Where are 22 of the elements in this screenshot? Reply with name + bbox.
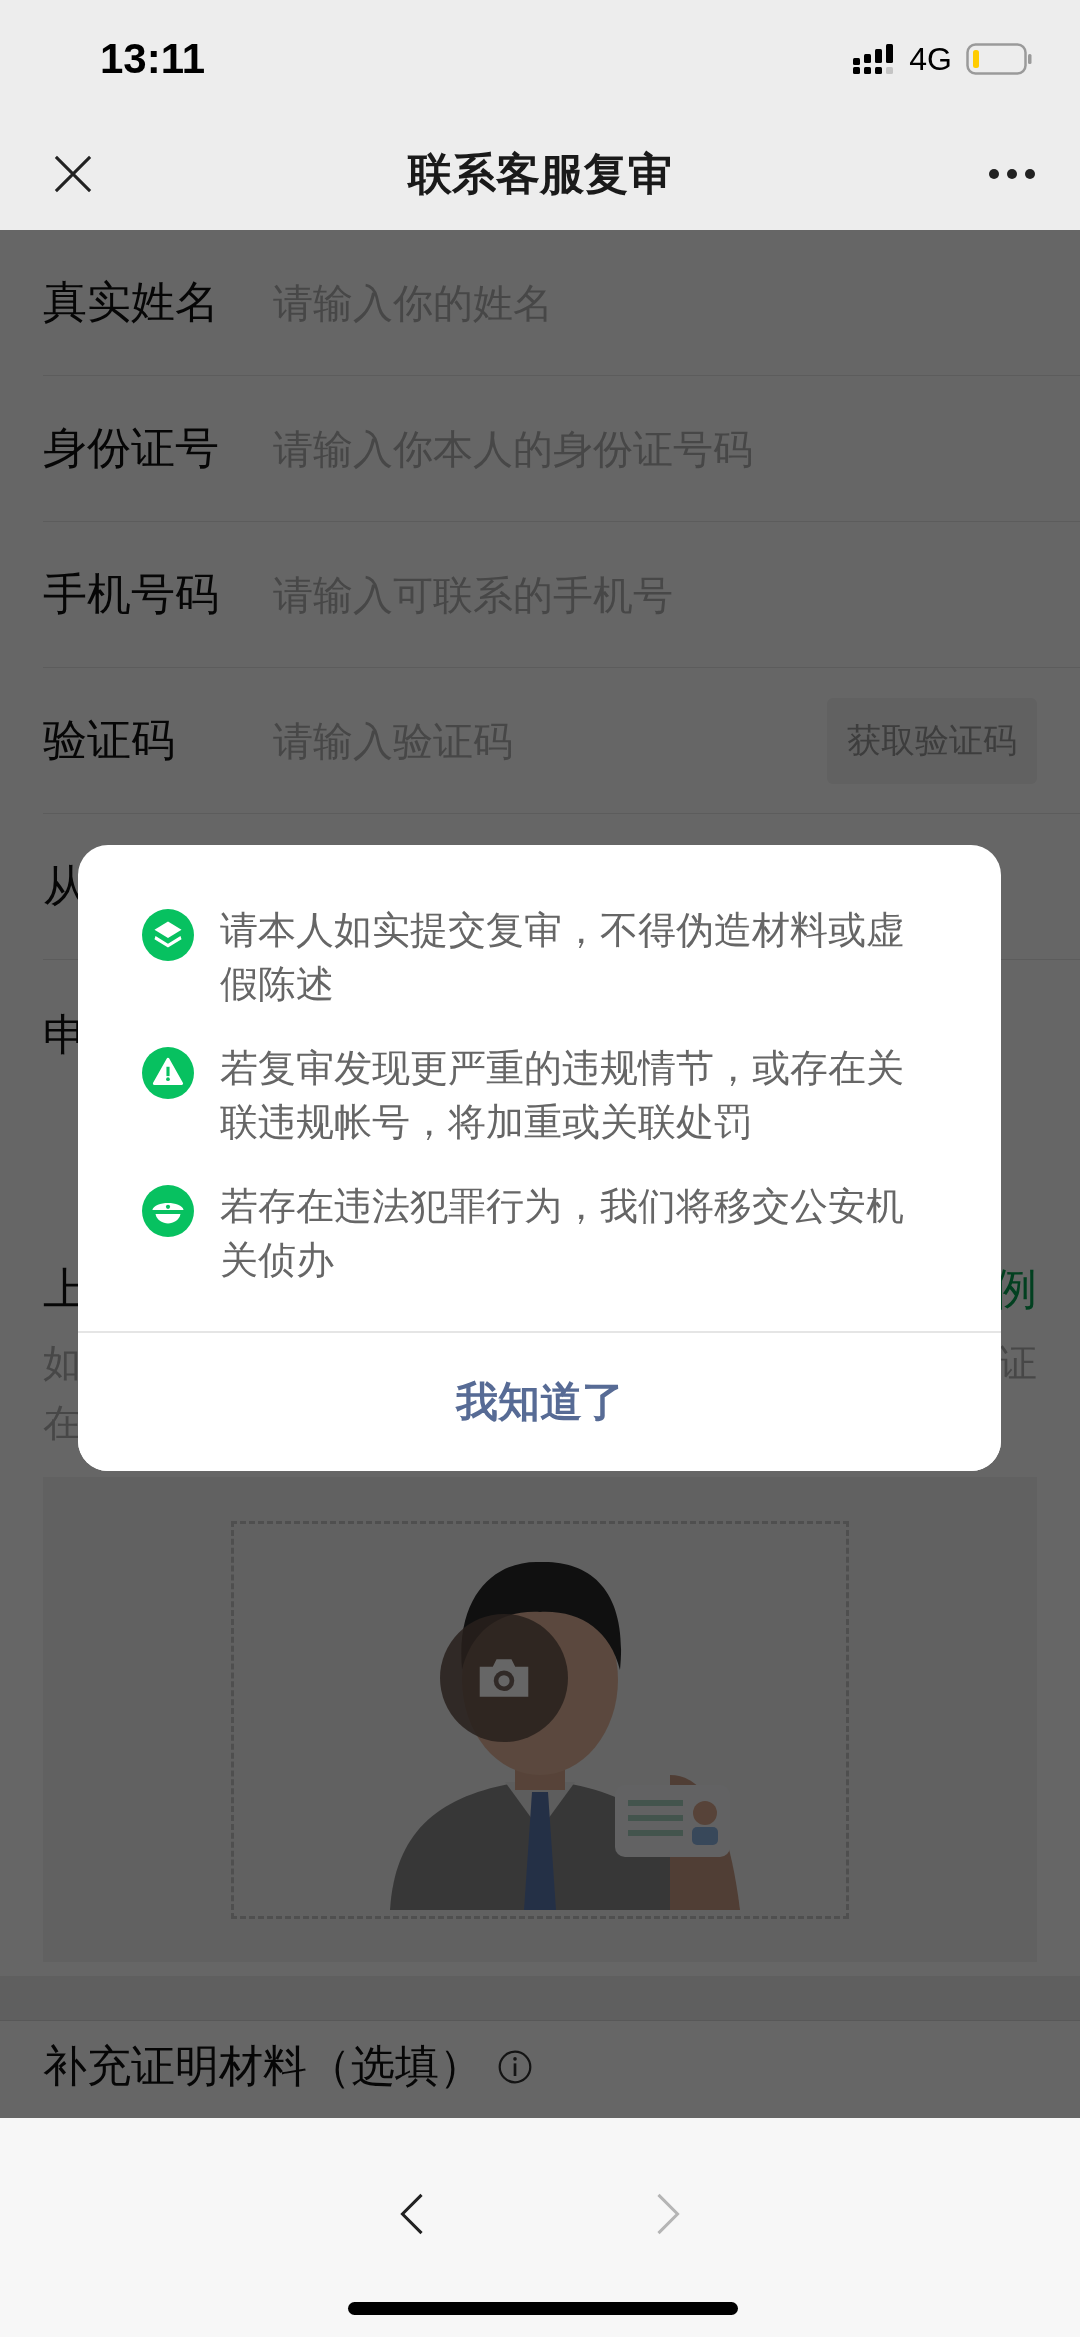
signal-icon (853, 44, 896, 74)
police-cap-icon (142, 1185, 194, 1237)
field-label: 验证码 (43, 713, 176, 767)
notice-text: 若存在违法犯罪行为，我们将移交公安机关侦办 (220, 1183, 905, 1284)
layers-icon (142, 909, 194, 961)
field-label: 手机号码 (43, 567, 220, 621)
close-icon[interactable] (54, 155, 92, 193)
info-icon[interactable] (497, 2048, 533, 2085)
section-title: 补充证明材料（选填） (43, 2039, 483, 2093)
battery-icon (966, 43, 1032, 75)
more-icon[interactable] (988, 168, 1036, 180)
status-time: 13:11 (100, 35, 206, 83)
page-title: 联系客服复审 (408, 146, 672, 201)
field-label: 身份证号 (43, 421, 220, 475)
warning-icon (142, 1047, 194, 1099)
field-label: 真实姓名 (43, 275, 220, 329)
notice-text: 若复审发现更严重的违规情节，或存在关联违规帐号，将加重或关联处罚 (220, 1045, 905, 1146)
acknowledge-button[interactable]: 我知道了 (78, 1331, 1001, 1471)
network-type: 4G (909, 40, 952, 78)
notice-text: 请本人如实提交复审，不得伪造材料或虚假陈述 (220, 907, 905, 1008)
upload-area[interactable] (43, 1477, 1037, 1962)
back-icon[interactable] (399, 2191, 425, 2237)
